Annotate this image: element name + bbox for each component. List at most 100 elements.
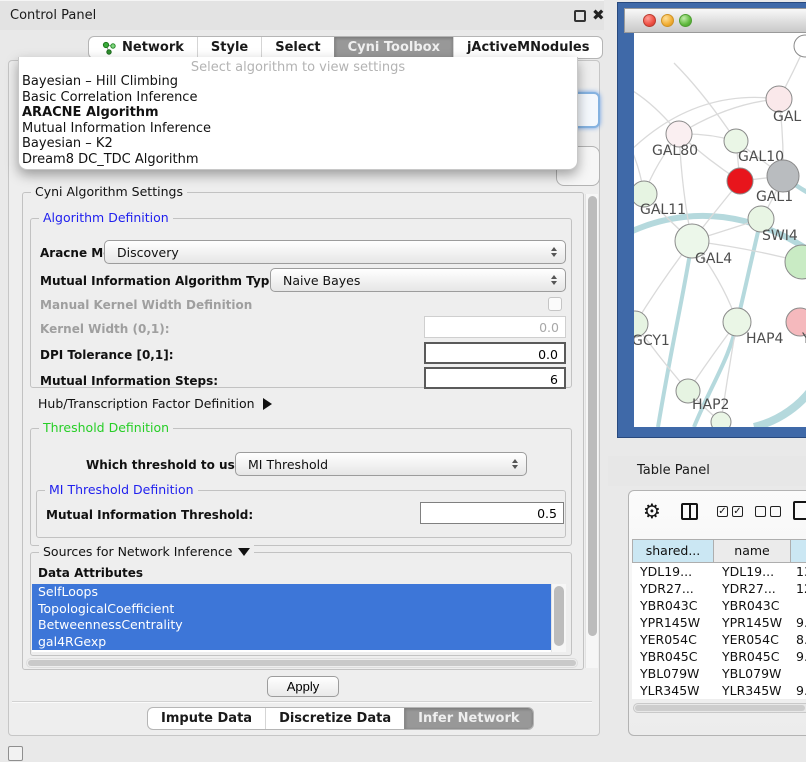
network-node-label: Y: [801, 331, 806, 347]
algorithm-option[interactable]: Bayesian – K2: [19, 136, 577, 152]
settings-hscrollbar[interactable]: [26, 658, 578, 668]
bottom-tabbar: Impute Data Discretize Data Infer Network: [147, 707, 534, 730]
table-row[interactable]: YPR145WYPR145W9.: [632, 614, 806, 631]
manual-kernel-checkbox[interactable]: [548, 297, 562, 311]
aracne-mode-select[interactable]: Discovery: [104, 240, 566, 264]
unchecked-checkbox-icon[interactable]: [755, 506, 766, 517]
minimize-traffic-light[interactable]: [661, 14, 674, 27]
table-cell: 12: [791, 580, 806, 597]
network-node[interactable]: [767, 160, 799, 192]
data-attributes-list[interactable]: SelfLoopsTopologicalCoefficientBetweenne…: [32, 584, 566, 652]
mi-type-label: Mutual Information Algorithm Type:: [40, 274, 282, 288]
mi-algorithm-type-select[interactable]: Naive Bayes: [270, 268, 566, 292]
mi-steps-field[interactable]: 6: [424, 367, 566, 389]
dpi-tolerance-label: DPI Tolerance [0,1]:: [40, 348, 174, 362]
tab-impute-data[interactable]: Impute Data: [148, 708, 265, 729]
algorithm-option[interactable]: ARACNE Algorithm: [19, 105, 577, 121]
manual-kernel-label: Manual Kernel Width Definition: [40, 298, 252, 312]
tab-label: Style: [211, 40, 248, 55]
network-node-label: GCY1: [634, 333, 670, 349]
mi-threshold-legend: MI Threshold Definition: [45, 482, 198, 497]
zoom-traffic-light[interactable]: [679, 14, 692, 27]
tab-select[interactable]: Select: [261, 37, 333, 58]
tab-label: jActiveMNodules: [467, 40, 590, 55]
mi-type-value: Naive Bayes: [271, 273, 546, 288]
column-header[interactable]: name: [714, 539, 791, 563]
table-row[interactable]: YBR045CYBR045C9.: [632, 648, 806, 665]
kernel-width-label: Kernel Width (0,1):: [40, 322, 170, 336]
which-threshold-select[interactable]: MI Threshold: [235, 452, 527, 476]
table-cell: 8.: [791, 631, 806, 648]
table-cell: YBL079W: [714, 665, 791, 682]
data-attribute-item[interactable]: SelfLoops: [32, 584, 551, 601]
split-columns-icon[interactable]: [681, 503, 698, 520]
hub-section-label: Hub/Transcription Factor Definition: [38, 396, 255, 411]
table-cell: 9.: [791, 682, 806, 699]
tab-style[interactable]: Style: [197, 37, 261, 58]
dpi-tolerance-field[interactable]: 0.0: [424, 342, 566, 364]
table-row[interactable]: YDL19...YDL19...13: [632, 563, 806, 580]
tab-discretize-data[interactable]: Discretize Data: [265, 708, 404, 729]
tab-label: Impute Data: [161, 711, 252, 726]
sources-legend-label: Sources for Network Inference: [43, 544, 232, 559]
table-row[interactable]: YER054CYER054C8.: [632, 631, 806, 648]
algorithm-option[interactable]: Bayesian – Hill Climbing: [19, 74, 577, 90]
unchecked-checkbox-icon[interactable]: [770, 506, 781, 517]
network-node-gal1[interactable]: [727, 168, 753, 194]
network-edge-highlight: [754, 383, 806, 427]
document-icon[interactable]: [793, 501, 806, 520]
checked-checkbox-icon[interactable]: ✓: [717, 506, 728, 517]
column-header[interactable]: [791, 539, 806, 563]
mi-threshold-field[interactable]: 0.5: [420, 502, 564, 524]
network-view-window[interactable]: GALGAL80GAL10GAL1GAL11GAL4SWI4GCY1HAP4YH…: [617, 2, 806, 438]
table-hscrollbar-thumb[interactable]: [635, 705, 805, 711]
gear-icon[interactable]: ⚙: [643, 499, 661, 523]
which-threshold-label: Which threshold to use:: [86, 458, 248, 472]
hub-section-toggle[interactable]: Hub/Transcription Factor Definition: [38, 396, 272, 411]
table-hscrollbar[interactable]: [633, 703, 806, 713]
float-window-icon[interactable]: [574, 10, 586, 22]
settings-hscrollbar-thumb[interactable]: [28, 660, 576, 666]
close-icon[interactable]: ✖: [592, 6, 605, 24]
algorithm-option[interactable]: Dream8 DC_TDC Algorithm: [19, 152, 577, 168]
network-canvas[interactable]: GALGAL80GAL10GAL1GAL11GAL4SWI4GCY1HAP4YH…: [634, 33, 806, 427]
settings-scrollbar[interactable]: [585, 194, 598, 668]
sources-legend[interactable]: Sources for Network Inference: [39, 544, 254, 559]
close-traffic-light[interactable]: [643, 14, 656, 27]
algorithm-definition-legend: Algorithm Definition: [39, 210, 173, 225]
data-attribute-item[interactable]: BetweennessCentrality: [32, 617, 551, 634]
network-node-label: SWI4: [762, 228, 798, 244]
algorithm-option[interactable]: Basic Correlation Inference: [19, 90, 577, 106]
apply-button[interactable]: Apply: [267, 676, 339, 697]
table-cell: YPR145W: [632, 614, 714, 631]
tab-infer-network[interactable]: Infer Network: [404, 708, 532, 729]
tab-jactivemnodules[interactable]: jActiveMNodules: [453, 37, 603, 58]
algorithm-option[interactable]: Mutual Information Inference: [19, 121, 577, 137]
network-window-titlebar[interactable]: [624, 8, 806, 33]
network-node[interactable]: [785, 245, 806, 279]
combo-stepper-icon: [546, 247, 562, 257]
attribute-list-scrollbar-thumb[interactable]: [554, 586, 564, 646]
settings-scrollbar-thumb[interactable]: [588, 196, 597, 636]
network-node-label: HAP2: [692, 397, 729, 413]
checked-checkbox-icon[interactable]: ✓: [732, 506, 743, 517]
table-row[interactable]: YBR043CYBR043C: [632, 597, 806, 614]
table-cell: YBR043C: [714, 597, 791, 614]
table-row[interactable]: YDR27...YDR27...12: [632, 580, 806, 597]
table-row[interactable]: YLR345WYLR345W9.: [632, 682, 806, 699]
mi-threshold-label: Mutual Information Threshold:: [46, 508, 253, 522]
data-attribute-item[interactable]: gal4RGexp: [32, 634, 551, 651]
table-row[interactable]: YBL079WYBL079W: [632, 665, 806, 682]
data-attribute-item[interactable]: TopologicalCoefficient: [32, 601, 551, 618]
attribute-list-scrollbar[interactable]: [551, 584, 566, 652]
network-node[interactable]: [794, 35, 806, 57]
window-grip-icon[interactable]: [8, 746, 23, 761]
tab-network[interactable]: Network: [89, 37, 197, 58]
collapse-arrow-icon: [238, 548, 250, 556]
column-header[interactable]: shared...: [632, 539, 714, 563]
kernel-width-field[interactable]: 0.0: [424, 316, 566, 338]
table-cell: YDL19...: [632, 563, 714, 580]
tab-label: Infer Network: [418, 711, 519, 726]
tab-cyni-toolbox[interactable]: Cyni Toolbox: [334, 37, 453, 58]
network-node[interactable]: [711, 412, 731, 427]
